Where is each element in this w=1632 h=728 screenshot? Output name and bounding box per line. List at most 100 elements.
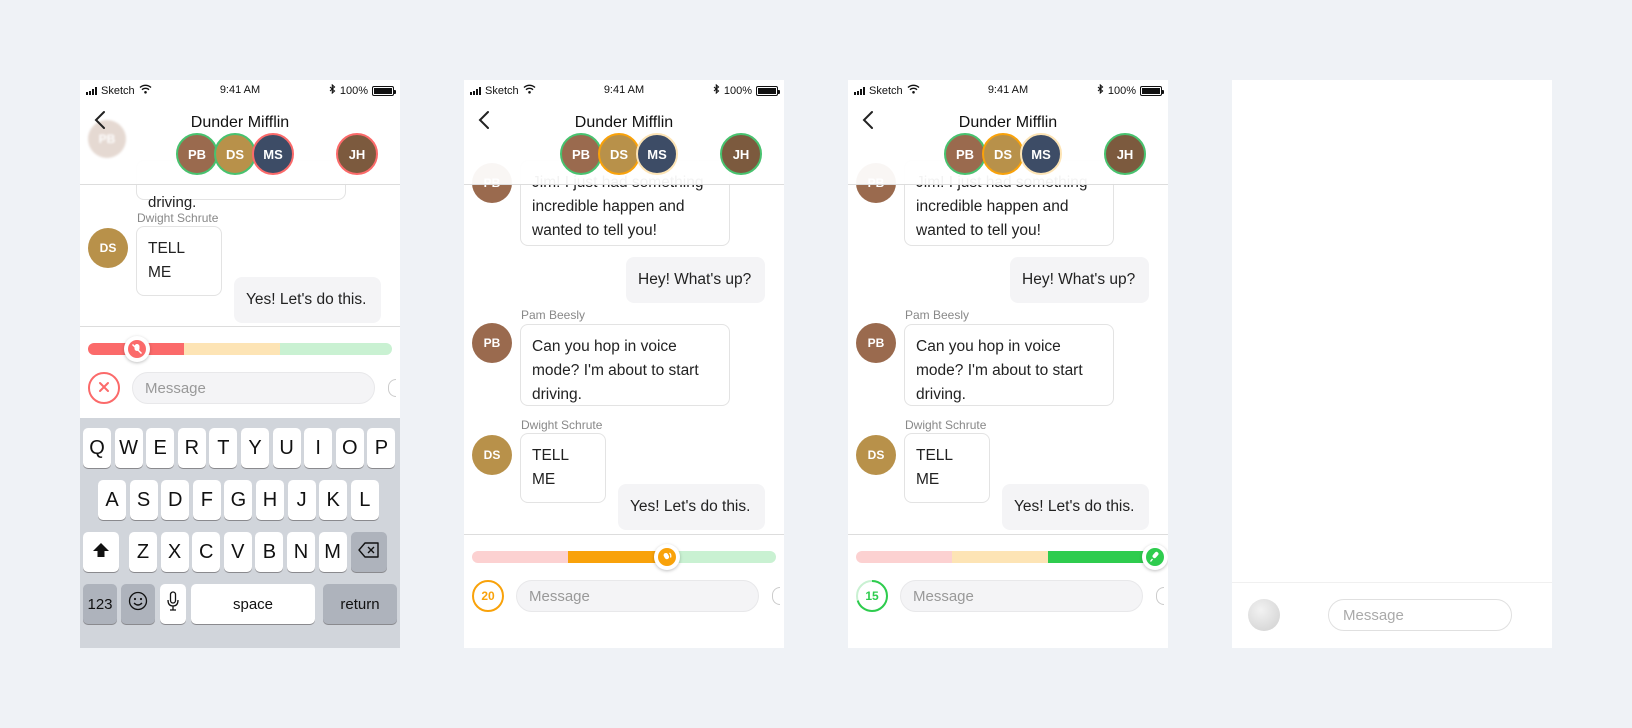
participant-avatar-jim[interactable]: JH [1104, 133, 1146, 175]
key-u[interactable]: U [272, 428, 301, 468]
battery-label: 100% [1107, 84, 1136, 97]
phone-screen-voice-pending: Sketch 9:41 AM 100% Dunder Mifflin PB DS… [464, 80, 784, 648]
return-key[interactable]: return [323, 584, 397, 624]
key-d[interactable]: D [161, 480, 190, 520]
key-l[interactable]: L [350, 480, 379, 520]
voice-mode-slider-thumb[interactable] [1142, 544, 1168, 570]
slider-segment [280, 343, 392, 355]
key-w[interactable]: W [114, 428, 143, 468]
key-g[interactable]: G [224, 480, 253, 520]
slider-segment [856, 551, 952, 563]
countdown-timer: 15 [856, 580, 888, 612]
key-o[interactable]: O [335, 428, 364, 468]
message-input[interactable]: Message [900, 580, 1143, 612]
key-t[interactable]: T [209, 428, 238, 468]
avatar: DS [472, 435, 512, 475]
message-fragment: driving. [148, 194, 197, 211]
phone-screen-keyboard: Sketch 9:41 AM 100% PB Dunder Mifflin PB… [80, 80, 400, 648]
send-button-edge[interactable] [1156, 587, 1164, 605]
participant-avatar-pam[interactable]: PB [176, 133, 218, 175]
composer-divider [464, 534, 784, 535]
sender-name: Dwight Schrute [521, 418, 603, 432]
participant-avatar-pam[interactable]: PB [944, 133, 986, 175]
battery-icon [372, 85, 396, 96]
message-input[interactable]: Message [1328, 599, 1512, 631]
key-a[interactable]: A [98, 480, 126, 520]
countdown-timer: 20 [472, 580, 504, 612]
key-r[interactable]: R [177, 428, 206, 468]
key-e[interactable]: E [146, 428, 175, 468]
avatar: PB [856, 323, 896, 363]
key-m[interactable]: M [318, 532, 347, 572]
chat-header: PB Dunder Mifflin PB DS MS JH [80, 100, 400, 185]
key-k[interactable]: K [319, 480, 348, 520]
battery-icon [756, 85, 780, 96]
sender-name: Pam Beesly [905, 308, 970, 322]
cancel-voice-button[interactable] [88, 372, 120, 404]
key-q[interactable]: Q [83, 428, 111, 468]
key-p[interactable]: P [367, 428, 396, 468]
backspace-icon [358, 541, 380, 564]
participant-avatar-michael[interactable]: MS [636, 133, 678, 175]
participant-avatar-dwight[interactable]: DS [982, 133, 1024, 175]
voice-mode-slider-track[interactable] [856, 551, 1160, 563]
chat-header: Dunder Mifflin PB DS MS JH [848, 100, 1168, 185]
participant-avatar-michael[interactable]: MS [252, 133, 294, 175]
slider-segment [952, 551, 1048, 563]
participant-avatar-dwight[interactable]: DS [214, 133, 256, 175]
key-i[interactable]: I [304, 428, 333, 468]
avatar: DS [856, 435, 896, 475]
key-y[interactable]: Y [241, 428, 269, 468]
key-x[interactable]: X [160, 532, 189, 572]
battery-label: 100% [339, 84, 368, 97]
numbers-key[interactable]: 123 [83, 584, 117, 624]
participant-avatar-jim[interactable]: JH [336, 133, 378, 175]
message-bubble-mine: Hey! What's up? [626, 257, 765, 303]
voice-mode-slider-thumb[interactable] [653, 544, 680, 570]
delete-key[interactable] [351, 532, 387, 572]
chat-title: Dunder Mifflin [574, 114, 674, 131]
composer-bar: Message [1232, 582, 1552, 648]
phone-screen-voice-active: Sketch 9:41 AM 100% Dunder Mifflin PB DS… [848, 80, 1168, 648]
shift-icon [92, 541, 110, 564]
message-bubble-mine: Yes! Let's do this. [618, 484, 765, 530]
battery-icon [1140, 85, 1164, 96]
mic-off-icon [127, 340, 146, 358]
key-n[interactable]: N [287, 532, 315, 572]
keyboard: QWERTYUIOP ASDFGHJKL ZXCVBNM 123 space ret… [80, 418, 400, 648]
emoji-key[interactable] [121, 584, 155, 624]
participant-avatar-michael[interactable]: MS [1020, 133, 1062, 175]
space-key[interactable]: space [191, 584, 315, 624]
participant-avatar-pam[interactable]: PB [560, 133, 602, 175]
message-input[interactable]: Message [516, 580, 759, 612]
microphone-icon [1146, 548, 1164, 566]
key-z[interactable]: Z [129, 532, 157, 572]
status-bar: Sketch 9:41 AM 100% [80, 80, 400, 100]
key-f[interactable]: F [192, 480, 221, 520]
chat-title: Dunder Mifflin [190, 114, 290, 131]
message-bubble: Can you hop in voice mode? I'm about to … [520, 324, 730, 406]
shift-key[interactable] [83, 532, 119, 572]
key-v[interactable]: V [223, 532, 252, 572]
voice-mode-slider-thumb[interactable] [123, 336, 150, 362]
countdown-value: 15 [865, 589, 879, 603]
composer-divider [848, 534, 1168, 535]
key-j[interactable]: J [287, 480, 316, 520]
bluetooth-icon [713, 83, 720, 97]
voice-toggle-button[interactable] [1248, 599, 1280, 631]
send-button-edge[interactable] [388, 379, 396, 397]
key-b[interactable]: B [255, 532, 284, 572]
composer-divider [80, 326, 400, 327]
voice-mode-slider-track[interactable] [472, 551, 776, 563]
slider-segment [472, 551, 568, 563]
key-s[interactable]: S [129, 480, 158, 520]
sender-name: Dwight Schrute [905, 418, 987, 432]
key-c[interactable]: C [192, 532, 221, 572]
send-button-edge[interactable] [772, 587, 780, 605]
participant-avatar-dwight[interactable]: DS [598, 133, 640, 175]
dictation-key[interactable] [160, 584, 186, 624]
message-input[interactable]: Message [132, 372, 375, 404]
key-h[interactable]: H [256, 480, 284, 520]
participant-avatar-jim[interactable]: JH [720, 133, 762, 175]
slider-segment [184, 343, 280, 355]
